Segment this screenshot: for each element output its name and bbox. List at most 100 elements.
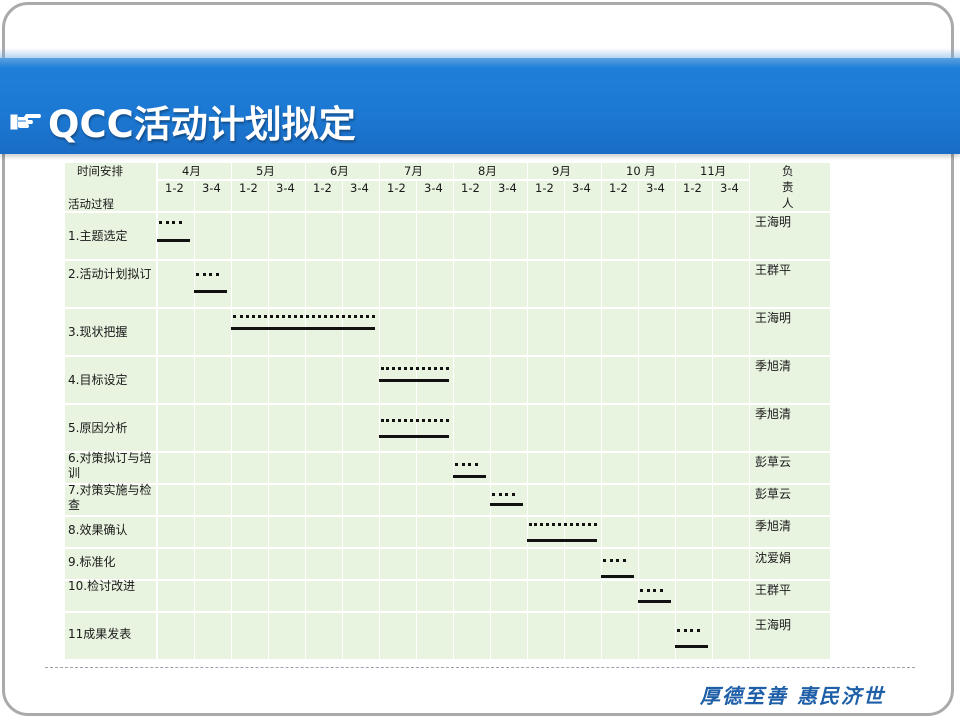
responsible-person: 王海明 (755, 311, 792, 325)
grid-hline (65, 355, 830, 357)
responsible-person: 沈爱娟 (755, 551, 792, 565)
grid-hline (65, 403, 830, 405)
activity-label: 5.原因分析 (68, 421, 128, 435)
responsible-person: 王海明 (755, 618, 792, 632)
grid-vline (712, 179, 713, 659)
month-header: 6月 (330, 164, 349, 178)
activity-label: 8.效果确认 (68, 523, 128, 537)
grid-vline (564, 179, 565, 659)
grid-vline (527, 163, 528, 659)
gantt-table (65, 163, 830, 659)
planned-bar (640, 589, 663, 592)
grid-vline (379, 163, 380, 659)
actual-bar (157, 239, 190, 242)
grid-hline (65, 579, 830, 581)
grid-vline (194, 179, 195, 659)
grid-vline (268, 179, 269, 659)
planned-bar (233, 315, 375, 318)
grid-vline (601, 163, 602, 659)
grid-vline (749, 163, 750, 659)
actual-bar (490, 503, 523, 506)
grid-hline (65, 211, 830, 213)
responsible-person: 王海明 (755, 215, 792, 229)
period-header: 1-2 (609, 181, 628, 195)
activity-label: 7.对策实施与检查 (68, 483, 152, 512)
grid-vline (305, 163, 306, 659)
planned-bar (603, 559, 626, 562)
activity-label: 6.对策拟订与培训 (68, 451, 152, 480)
responsible-header-3: 人 (782, 196, 794, 210)
month-header: 7月 (404, 164, 423, 178)
responsible-header-2: 责 (782, 180, 794, 194)
grid-hline (65, 483, 830, 485)
responsible-person: 季旭清 (755, 519, 792, 533)
actual-bar (194, 290, 227, 293)
actual-bar (638, 600, 671, 603)
planned-bar (677, 629, 700, 632)
footer-motto: 厚德至善 惠民济世 (700, 684, 885, 708)
grid-vline (453, 163, 454, 659)
grid-hline (65, 451, 830, 453)
responsible-person: 彭草云 (755, 455, 792, 469)
planned-bar (529, 523, 597, 526)
responsible-person: 王群平 (755, 583, 792, 597)
period-header: 1-2 (165, 181, 184, 195)
actual-bar (675, 645, 708, 648)
period-header: 1-2 (461, 181, 480, 195)
grid-vline (231, 163, 232, 659)
responsible-person: 季旭清 (755, 359, 792, 373)
actual-bar (453, 475, 486, 478)
activity-label: 4.目标设定 (68, 373, 128, 387)
grid-vline (342, 179, 343, 659)
grid-hline (65, 259, 830, 261)
actual-bar (527, 539, 597, 542)
month-header: 11月 (700, 164, 727, 178)
period-header: 3-4 (424, 181, 443, 195)
planned-bar (381, 419, 449, 422)
month-header: 10 月 (626, 164, 656, 178)
actual-bar (379, 435, 449, 438)
period-header: 1-2 (313, 181, 332, 195)
grid-hline (65, 515, 830, 517)
grid-vline (675, 163, 676, 659)
planned-bar (159, 221, 182, 224)
month-header: 8月 (478, 164, 497, 178)
time-header-label: 时间安排 (77, 164, 123, 178)
activity-label: 2.活动计划拟订 (68, 267, 152, 281)
grid-vline (157, 163, 158, 659)
month-header: 5月 (256, 164, 275, 178)
activity-label: 9.标准化 (68, 555, 116, 569)
title-area: QCC活动计划拟定 (10, 94, 356, 148)
pointing-hand-icon (10, 114, 41, 130)
responsible-header-1: 负 (782, 164, 794, 178)
planned-bar (492, 493, 515, 496)
actual-bar (601, 575, 634, 578)
month-header: 4月 (182, 164, 201, 178)
planned-bar (455, 463, 478, 466)
page-title: QCC活动计划拟定 (48, 103, 356, 146)
month-header: 9月 (552, 164, 571, 178)
period-header: 1-2 (535, 181, 554, 195)
planned-bar (196, 273, 219, 276)
period-header: 1-2 (239, 181, 258, 195)
responsible-person: 季旭清 (755, 407, 792, 421)
period-header: 1-2 (387, 181, 406, 195)
activity-label: 1.主题选定 (68, 229, 128, 243)
grid-hline (65, 547, 830, 549)
activity-label: 10.检讨改进 (68, 579, 136, 593)
period-header: 3-4 (646, 181, 665, 195)
activity-header-label: 活动过程 (68, 197, 114, 211)
activity-label: 3.现状把握 (68, 325, 128, 339)
activity-label: 11成果发表 (68, 627, 132, 641)
period-header: 3-4 (350, 181, 369, 195)
period-header: 3-4 (276, 181, 295, 195)
grid-hline (65, 307, 830, 309)
period-header: 3-4 (720, 181, 739, 195)
responsible-person: 彭草云 (755, 487, 792, 501)
actual-bar (379, 379, 449, 382)
planned-bar (381, 367, 449, 370)
period-header: 3-4 (572, 181, 591, 195)
period-header: 1-2 (683, 181, 702, 195)
grid-hline (65, 611, 830, 613)
actual-bar (231, 327, 375, 330)
